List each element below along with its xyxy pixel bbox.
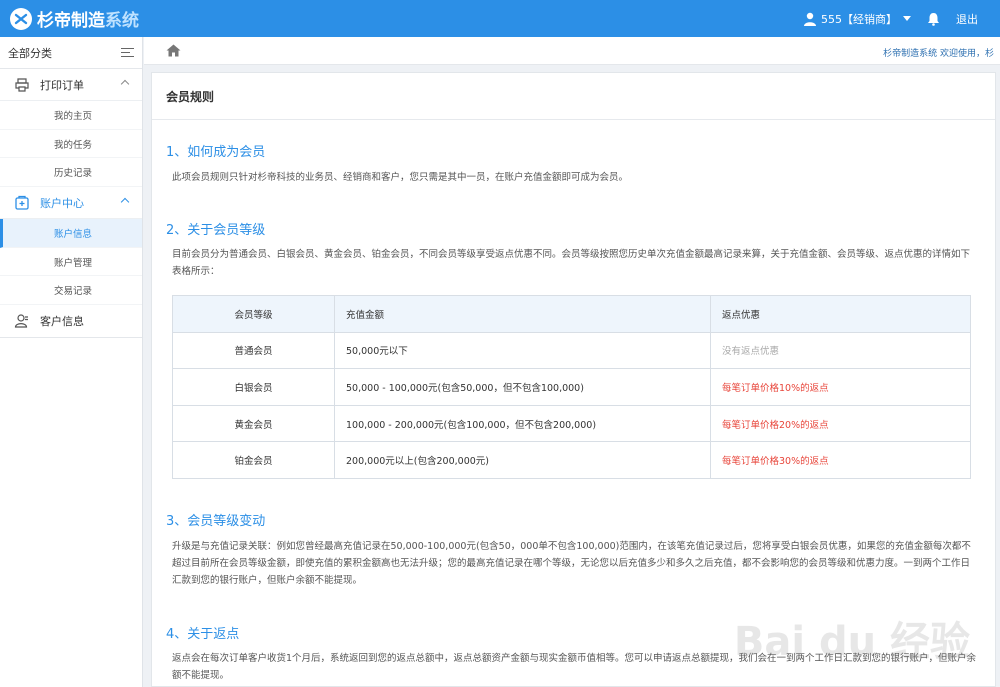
table-cell: 每笔订单价格20%的返点 [710,404,971,443]
watermark: Bai du 经验 [733,619,970,665]
section-title: 4、关于返点 [166,627,240,642]
wallet-icon [14,195,30,211]
page-title: 会员规则 [152,73,995,120]
section-title: 3、会员等级变动 [166,514,266,529]
table-cell: 白银会员 [172,368,335,406]
sidebar: 全部分类 打印订单 我的主页 我的任务 历史记录 账户中心 账户信息 账户管理 … [0,37,143,687]
table-row: 黄金会员 100,000 - 200,000元(包含100,000，但不包含20… [172,404,971,443]
table-header-row: 会员等级 充值金额 返点优惠 [172,295,971,333]
sidebar-group-label: 客户信息 [40,315,84,329]
table-row: 白银会员 50,000 - 100,000元(包含50,000，但不包含100,… [172,368,971,406]
table-cell: 没有返点优惠 [710,331,971,370]
customer-icon [14,313,30,329]
table-row: 铂金会员 200,000元以上(包含200,000元) 每笔订单价格30%的返点 [172,441,971,479]
printer-icon [14,77,30,93]
table-cell: 50,000元以下 [334,331,711,370]
chevron-up-icon [120,197,130,207]
sidebar-header: 全部分类 [0,37,142,69]
table-row: 普通会员 50,000元以下 没有返点优惠 [172,331,971,370]
section-title: 2、关于会员等级 [166,223,266,238]
sidebar-group-customer-info[interactable]: 客户信息 [0,305,142,339]
user-menu[interactable]: 555【经销商】 [803,11,911,27]
table-header: 会员等级 [172,295,335,333]
chevron-down-icon [903,16,911,21]
section-text: 升级是与充值记录关联：例如您曾经最高充值记录在50,000-100,000元(包… [172,541,971,586]
welcome-text: 杉帝制造系统 欢迎使用，杉 [883,49,994,59]
sidebar-item-history[interactable]: 历史记录 [0,158,142,188]
table-cell: 50,000 - 100,000元(包含50,000，但不包含100,000) [334,368,711,406]
table-cell: 200,000元以上(包含200,000元) [334,441,711,479]
top-bar: 杉帝制造 系统 555【经销商】 退出 [0,0,1000,37]
logo[interactable]: 杉帝制造 系统 [10,6,139,31]
sidebar-group-account-center[interactable]: 账户中心 [0,187,142,220]
brand-suffix: 系统 [105,11,139,31]
brand-name: 杉帝制造 [37,11,105,31]
sidebar-title: 全部分类 [8,46,52,60]
content-panel: 会员规则 1、如何成为会员 此项会员规则只针对杉帝科技的业务员、经销商和客户，您… [151,72,996,687]
sidebar-item-transactions[interactable]: 交易记录 [0,276,142,306]
logout-link[interactable]: 退出 [956,11,978,27]
sidebar-item-account-info[interactable]: 账户信息 [0,219,142,248]
member-level-table: 会员等级 充值金额 返点优惠 普通会员 50,000元以下 没有返点优惠 白银会… [172,295,971,479]
table-header: 返点优惠 [710,295,971,333]
user-icon [804,12,816,26]
bell-icon[interactable] [927,12,940,26]
home-icon[interactable] [166,44,181,60]
sidebar-item-home[interactable]: 我的主页 [0,101,142,130]
sidebar-item-tasks[interactable]: 我的任务 [0,130,142,159]
table-cell: 铂金会员 [172,441,335,479]
collapse-menu-icon[interactable] [121,47,134,58]
table-cell: 每笔订单价格10%的返点 [710,368,971,406]
sidebar-group-print-orders[interactable]: 打印订单 [0,69,142,101]
sidebar-group-label: 打印订单 [40,78,84,92]
table-cell: 普通会员 [172,331,335,370]
sidebar-item-account-manage[interactable]: 账户管理 [0,248,142,277]
table-cell: 每笔订单价格30%的返点 [710,441,971,479]
table-cell: 黄金会员 [172,404,335,443]
section-text: 目前会员分为普通会员、白银会员、黄金会员、铂金会员，不同会员等级享受返点优惠不同… [172,249,971,277]
logo-icon [10,7,32,30]
chevron-up-icon [120,79,130,89]
breadcrumb: 杉帝制造系统 欢迎使用，杉 [144,37,1000,65]
section-text: 此项会员规则只针对杉帝科技的业务员、经销商和客户，您只需是其中一员，在账户充值金… [172,172,629,183]
user-label: 555【经销商】 [821,12,897,26]
table-cell: 100,000 - 200,000元(包含100,000，但不包含200,000… [334,404,711,443]
sidebar-group-label: 账户中心 [40,196,84,210]
table-header: 充值金额 [334,295,711,333]
section-title: 1、如何成为会员 [166,145,266,160]
